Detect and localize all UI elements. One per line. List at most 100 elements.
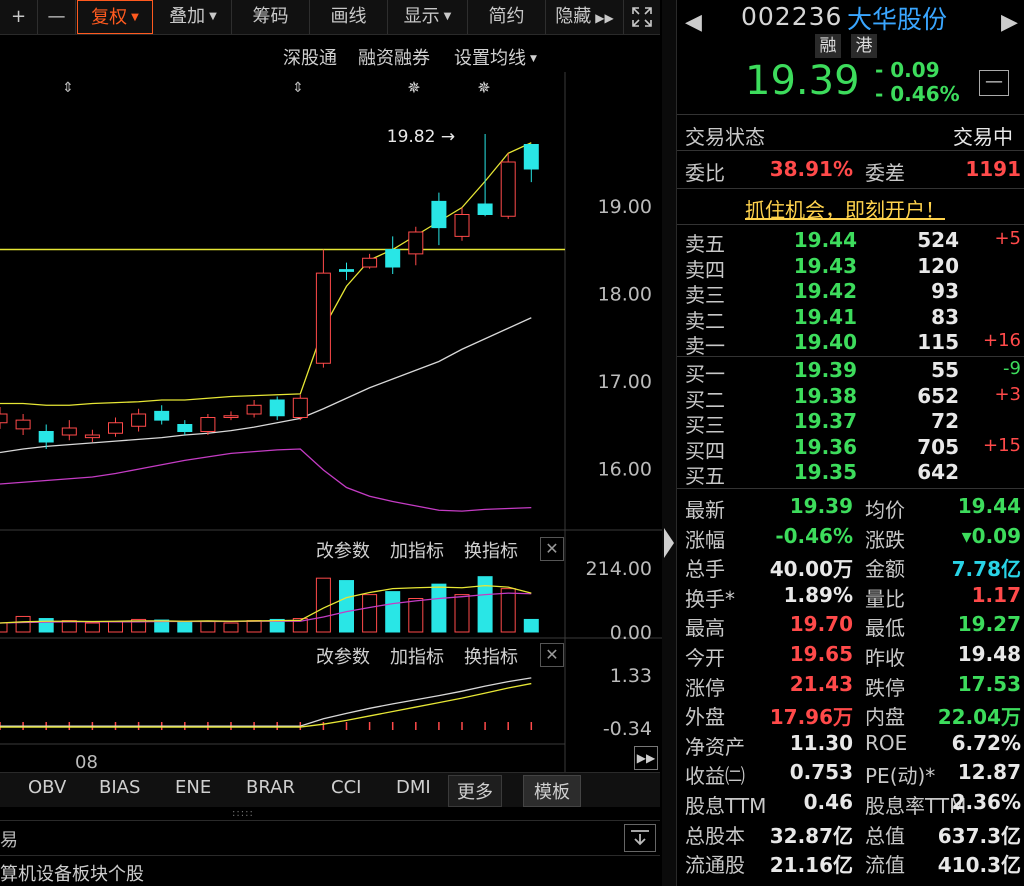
open-account-ad-link[interactable]: 抓住机会，即刻开户！ [745, 194, 945, 223]
high-price-annotation: 19.82 → [387, 127, 455, 147]
yincang-button[interactable]: 隐藏 ▶▶ [546, 0, 624, 34]
price-tick-label: 17.00 [598, 371, 652, 393]
bid-row-4-delta: +15 [983, 434, 1021, 456]
candle-body [131, 413, 147, 427]
price-change-pct: - 0.46% [875, 82, 960, 106]
chevron-down-icon: ▼ [209, 11, 217, 22]
divider [677, 356, 1024, 357]
panel-splitter[interactable] [662, 0, 676, 886]
stat-value: 19.44 [957, 494, 1021, 518]
fuquan-dropdown[interactable]: 复权 ▼ [77, 0, 153, 34]
huaxian-button[interactable]: 画线 [310, 0, 388, 34]
stat-value: 637.3亿 [937, 823, 1021, 848]
candle-body [84, 434, 100, 439]
rongzi-link[interactable]: 融资融券 [358, 44, 430, 70]
status-divider-2 [0, 855, 660, 856]
close-icon[interactable]: ✕ [540, 643, 564, 667]
indicator-tick-label: 1.33 [610, 665, 652, 687]
tab-dmi[interactable]: DMI [396, 777, 431, 798]
volume-bar [200, 620, 216, 633]
xianshi-dropdown[interactable]: 显示 ▼ [388, 0, 468, 34]
volume-bar [362, 594, 378, 633]
event-marker-icon[interactable]: ⇕ [62, 80, 74, 96]
tab-more[interactable]: 更多 [448, 775, 502, 807]
tab-obv[interactable]: OBV [28, 777, 66, 798]
margin-tag: 融 [815, 34, 841, 58]
jianyue-button[interactable]: 简约 [468, 0, 546, 34]
jiazhibiao-button-2[interactable]: 加指标 [390, 643, 444, 669]
volume-panel: 214.00 0.00 [0, 558, 652, 644]
ask-row-1-price: 19.40 [793, 330, 857, 354]
ma-line-white [0, 317, 532, 454]
volume-bar [408, 598, 424, 633]
tab-cci[interactable]: CCI [331, 777, 361, 798]
event-marker-icon[interactable]: ✵ [407, 78, 420, 97]
volume-bar [431, 583, 447, 633]
huanzhibiao-button-1[interactable]: 换指标 [464, 537, 518, 563]
next-stock-icon[interactable]: ▶ [1001, 10, 1018, 35]
collapse-quote-icon[interactable]: — [979, 70, 1009, 96]
bid-row-3-price: 19.37 [793, 409, 857, 433]
stock-name: 大华股份 [847, 5, 948, 34]
candle-body [523, 144, 539, 170]
bid-row-1-price: 19.39 [793, 358, 857, 382]
zoom-out-button[interactable]: — [38, 0, 76, 34]
tab-bias[interactable]: BIAS [99, 777, 140, 798]
stat-value: 21.43 [789, 671, 853, 696]
volume-bar [246, 620, 262, 633]
junxian-dropdown[interactable]: 设置均线 ▼ [454, 44, 537, 70]
zoom-in-button[interactable]: + [0, 0, 38, 34]
ask-row-1-delta: +16 [983, 330, 1021, 351]
shengutong-link[interactable]: 深股通 [283, 44, 337, 70]
bid-row-2-price: 19.38 [793, 383, 857, 408]
chevron-down-icon: ▼ [131, 12, 139, 23]
stat-label: 流通股 [685, 853, 745, 878]
stat-label: 今开 [685, 646, 725, 670]
bid-row-4-price: 19.36 [793, 434, 857, 459]
stock-code: 002236 [741, 2, 843, 31]
stat-value: 19.65 [789, 642, 853, 666]
fullscreen-button[interactable] [624, 0, 660, 34]
volume-bar [339, 580, 354, 633]
gaicanshu-button-2[interactable]: 改参数 [316, 643, 370, 669]
stat-value: 0.753 [789, 760, 853, 785]
download-icon[interactable] [624, 824, 656, 852]
resize-handle[interactable]: ::::: [232, 808, 254, 819]
bid-row-3-volume: 72 [931, 409, 959, 433]
tab-brar[interactable]: BRAR [246, 777, 295, 798]
candle-body [408, 231, 424, 255]
volume-bar [223, 622, 239, 633]
candle-body [315, 272, 331, 364]
chouma-button[interactable]: 筹码 [232, 0, 310, 34]
prev-stock-icon[interactable]: ◀ [685, 10, 702, 35]
ask-row-4-price: 19.43 [793, 253, 857, 278]
divider [677, 114, 1024, 115]
tab-ene[interactable]: ENE [175, 777, 211, 798]
close-icon[interactable]: ✕ [540, 537, 564, 561]
expand-right-icon[interactable]: ▶▶ [634, 746, 658, 770]
tab-template[interactable]: 模板 [523, 775, 581, 807]
stat-label: 均价 [865, 498, 905, 522]
jiazhibiao-button-1[interactable]: 加指标 [390, 537, 444, 563]
diejia-dropdown[interactable]: 叠加 ▼ [155, 0, 232, 34]
stat-value: 19.70 [789, 612, 853, 637]
stat-value: 12.87 [957, 760, 1021, 785]
price-change: - 0.09 [875, 58, 940, 82]
stat-label: 总股本 [685, 823, 745, 848]
stat-label: 外盘 [685, 705, 725, 730]
huanzhibiao-button-2[interactable]: 换指标 [464, 643, 518, 669]
junxian-label: 设置均线 [454, 48, 526, 69]
ask-row-4-volume: 120 [917, 253, 959, 278]
volume-bar [15, 615, 31, 633]
event-marker-icon[interactable]: ⇕ [292, 80, 304, 96]
volume-bar [315, 577, 331, 633]
bid-row-1-volume: 55 [931, 358, 959, 382]
volume-tick-label: 214.00 [586, 558, 652, 580]
stat-label: 净资产 [685, 734, 745, 759]
candle-body [61, 427, 77, 436]
chart-toolbar: + — 复权 ▼ 叠加 ▼ 筹码 画线 显示 ▼ 简约 隐藏 ▶▶ [0, 0, 660, 35]
candle-body [477, 203, 493, 215]
event-marker-icon[interactable]: ✵ [477, 78, 490, 97]
divider [677, 188, 1024, 189]
gaicanshu-button-1[interactable]: 改参数 [316, 537, 370, 563]
